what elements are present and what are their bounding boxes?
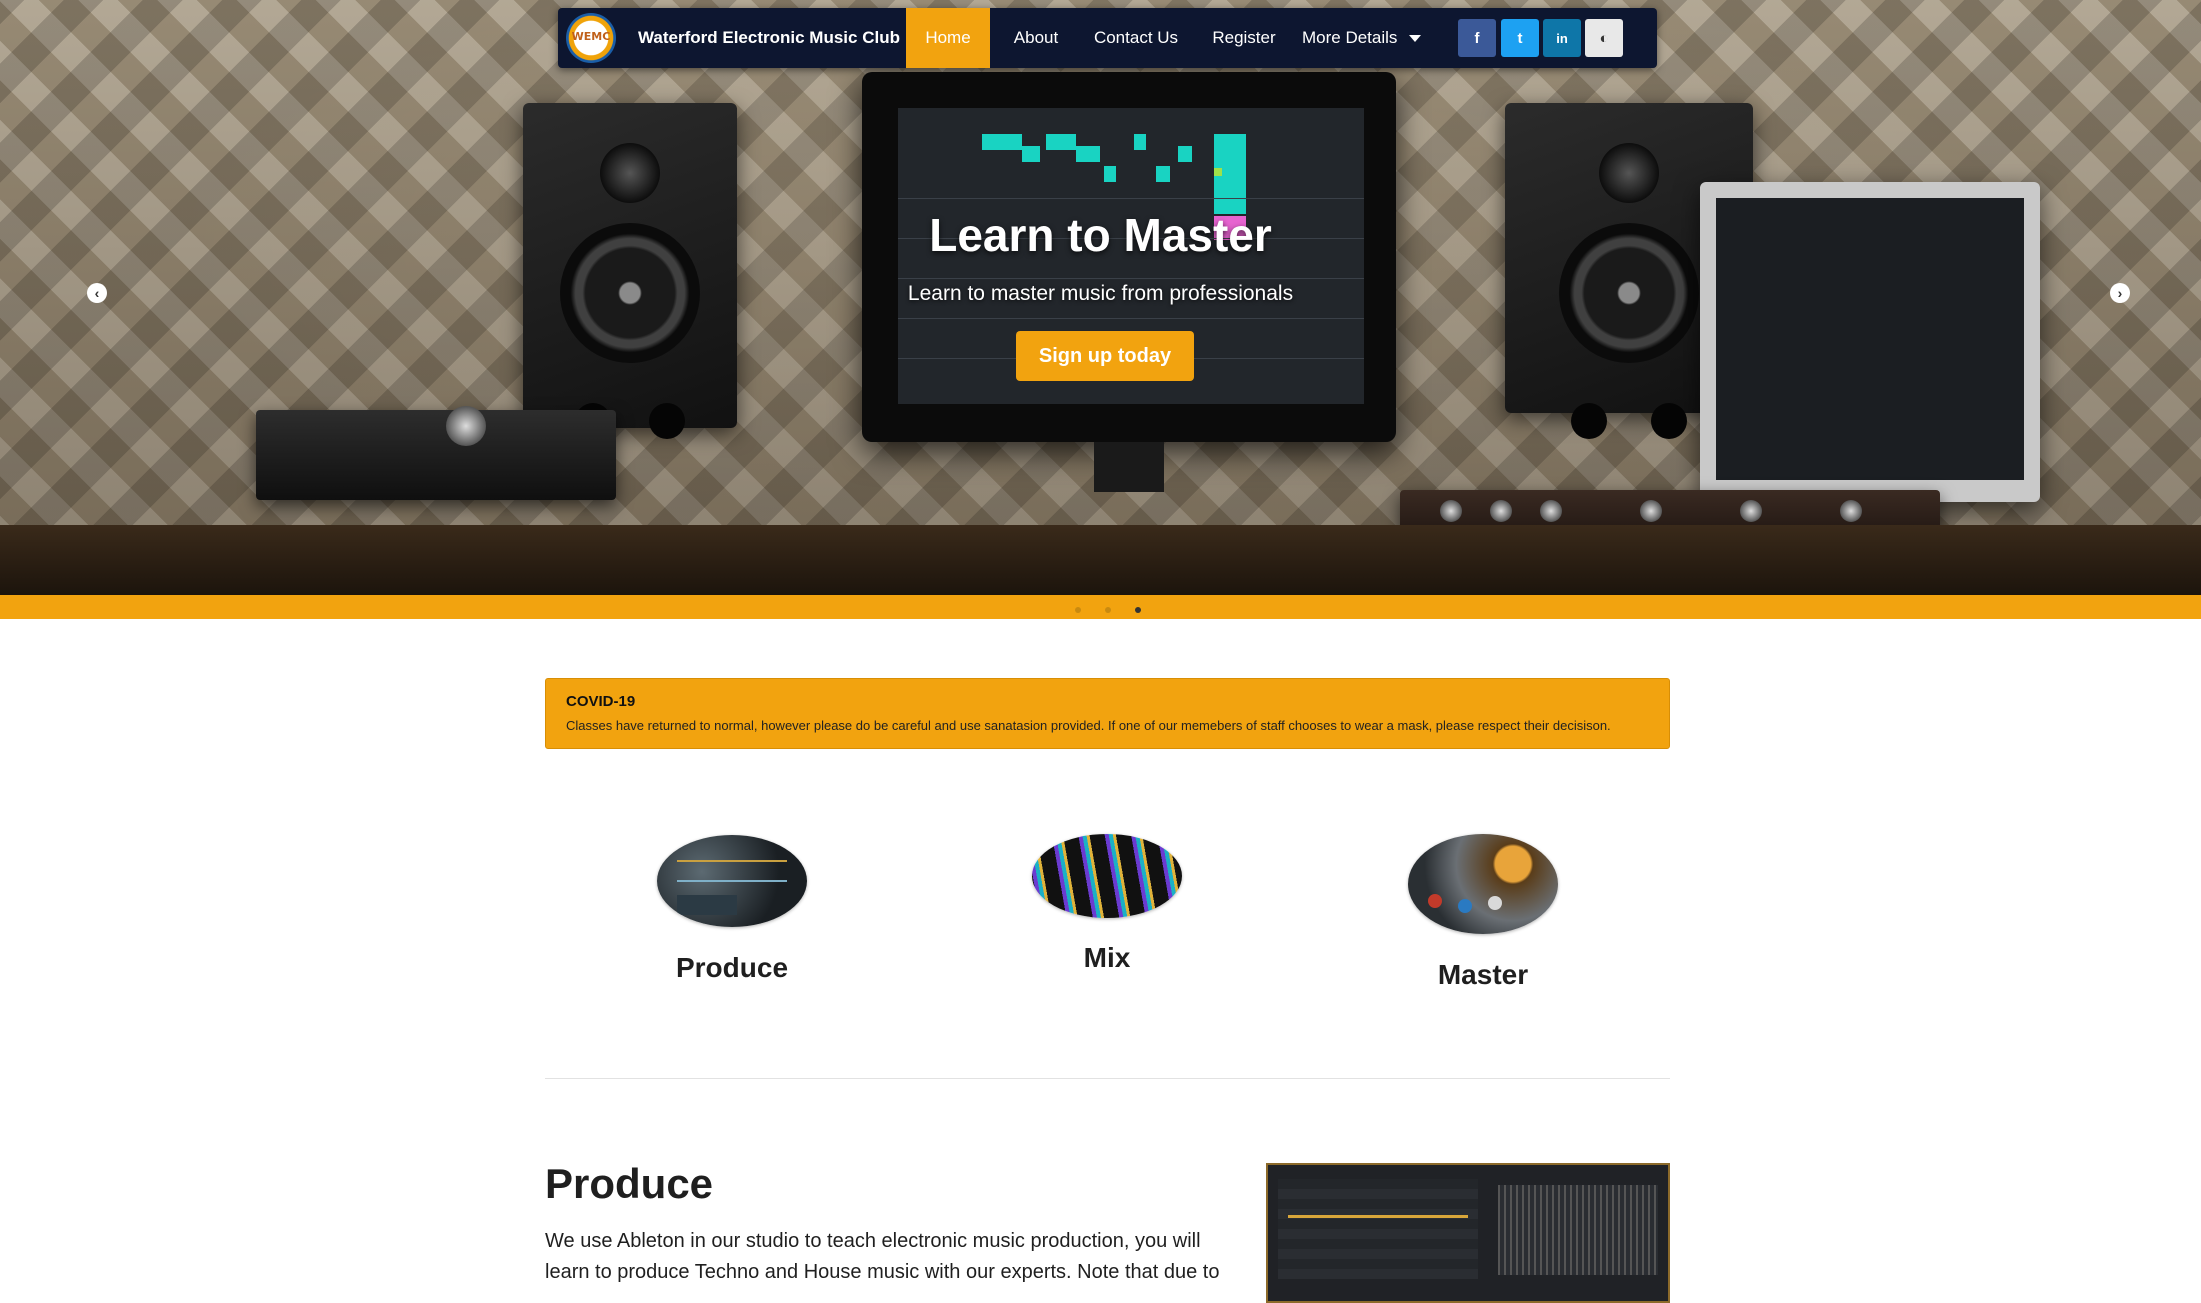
carousel-indicator-1[interactable]	[1075, 607, 1081, 613]
carousel-prev-icon[interactable]: ‹	[87, 283, 107, 303]
nav-register[interactable]: Register	[1204, 8, 1284, 68]
linkedin-icon[interactable]: in	[1543, 19, 1581, 57]
carousel-indicator-3[interactable]	[1135, 607, 1141, 613]
alert-title: COVID-19	[566, 693, 636, 710]
produce-section-text: We use Ableton in our studio to teach el…	[545, 1230, 1220, 1283]
brand-name[interactable]: Waterford Electronic Music Club	[638, 8, 900, 68]
main-navbar: WEMC Waterford Electronic Music Club Hom…	[558, 8, 1657, 68]
nav-about[interactable]: About	[1004, 8, 1068, 68]
produce-section-image	[1266, 1163, 1670, 1303]
sign-up-button[interactable]: Sign up today	[1016, 331, 1194, 381]
feature-label-produce: Produce	[675, 952, 789, 983]
produce-image[interactable]	[657, 835, 807, 927]
studio-speaker-left	[523, 103, 737, 439]
master-image[interactable]	[1408, 834, 1558, 934]
alert-text: Classes have returned to normal, however…	[566, 718, 1611, 733]
covid-alert: COVID-19 Classes have returned to normal…	[545, 678, 1670, 749]
nav-contact-us[interactable]: Contact Us	[1084, 8, 1188, 68]
feature-label-master: Master	[1437, 959, 1529, 990]
facebook-icon[interactable]: f	[1458, 19, 1496, 57]
hero-title: Learn to Master	[929, 209, 1272, 261]
carousel-indicator-2[interactable]	[1105, 607, 1111, 613]
hero-carousel: Learn to Master Learn to master music fr…	[0, 0, 2201, 595]
carousel-indicator-band	[0, 595, 2201, 619]
nav-home[interactable]: Home	[906, 8, 990, 68]
audio-interface	[256, 406, 616, 500]
chevron-down-icon	[1409, 35, 1422, 43]
produce-section-title: Produce	[545, 1160, 714, 1207]
mix-image[interactable]	[1032, 834, 1182, 918]
hero-subtitle: Learn to master music from professionals	[907, 282, 1294, 305]
feature-label-mix: Mix	[1083, 942, 1131, 973]
section-divider	[545, 1078, 1670, 1079]
club-logo[interactable]: WEMC	[566, 13, 616, 63]
nav-more-details[interactable]: More Details	[1302, 8, 1432, 68]
studio-desk	[0, 525, 2201, 595]
contrast-toggle-icon[interactable]: ◐	[1585, 19, 1623, 57]
twitter-icon[interactable]: t	[1501, 19, 1539, 57]
nav-more-details-label: More Details	[1302, 28, 1398, 47]
logo-text: WEMC	[571, 30, 611, 43]
carousel-next-icon[interactable]: ›	[2110, 283, 2130, 303]
